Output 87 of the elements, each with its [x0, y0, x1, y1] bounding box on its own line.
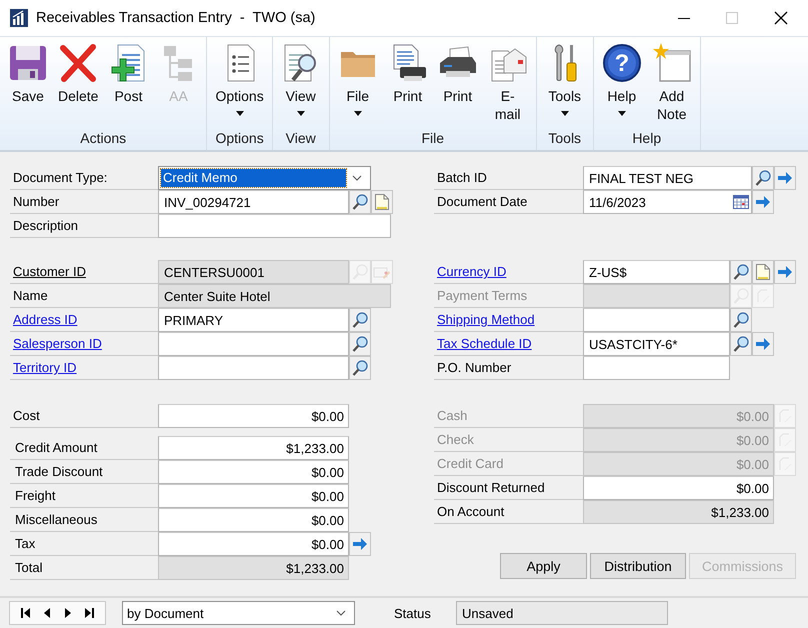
right-arrow-icon — [777, 265, 793, 279]
search-icon — [755, 170, 771, 186]
chevron-icon — [336, 610, 346, 616]
first-record-icon[interactable] — [20, 607, 32, 619]
lookup-button[interactable] — [349, 308, 371, 332]
document-type-dropdown[interactable]: Credit Memo — [158, 166, 371, 190]
input-field[interactable]: 11/6/2023 — [583, 190, 752, 214]
ribbon-button[interactable]: File — [334, 37, 382, 130]
right-arrow-icon — [755, 195, 771, 209]
ribbon-button[interactable]: Post — [104, 37, 152, 130]
input-field[interactable]: PRIMARY — [158, 308, 349, 332]
input-field[interactable] — [158, 356, 349, 380]
lookup-button[interactable] — [730, 260, 752, 284]
note-button[interactable] — [752, 260, 774, 284]
input-field[interactable]: $0.00 — [158, 404, 349, 428]
chevron-icon — [352, 175, 362, 181]
input-field[interactable]: CENTERSU0001 — [158, 260, 349, 284]
lookup-button[interactable] — [349, 356, 371, 380]
lookup-button[interactable] — [730, 308, 752, 332]
ribbon-button[interactable]: Add Note — [648, 37, 696, 130]
window-title: Receivables Transaction Entry - TWO (sa) — [36, 10, 316, 26]
group-label: View — [286, 130, 316, 148]
search-icon — [733, 312, 749, 328]
input-field[interactable]: $1,233.00 — [158, 556, 349, 580]
input-field[interactable] — [158, 214, 391, 238]
lookup-button[interactable] — [730, 332, 752, 356]
lookup-button[interactable] — [349, 332, 371, 356]
action-button[interactable]: Apply — [500, 553, 587, 579]
input-field[interactable]: $1,233.00 — [158, 436, 349, 460]
note-button[interactable] — [371, 190, 393, 214]
browse-dropdown[interactable]: by Document — [122, 601, 355, 625]
group-label: File — [421, 130, 444, 148]
ribbon-button[interactable]: Tools — [540, 37, 589, 130]
right-arrow-icon — [777, 171, 793, 185]
input-field[interactable]: INV_00294721 — [158, 190, 349, 214]
calendar-icon[interactable] — [733, 195, 749, 209]
status-label: Status — [394, 606, 432, 620]
arrow-button[interactable] — [774, 166, 796, 190]
input-field[interactable]: $0.00 — [158, 460, 349, 484]
note-icon — [375, 194, 389, 210]
right-arrow-icon — [755, 337, 771, 351]
ribbon-button[interactable]: E-mail — [484, 37, 532, 130]
arrow-button[interactable] — [349, 532, 371, 556]
input-field[interactable]: $0.00 — [583, 476, 774, 500]
note-icon — [756, 264, 770, 280]
right-arrow-icon — [352, 537, 368, 551]
close-icon[interactable] — [774, 11, 788, 25]
input-field[interactable] — [583, 356, 730, 380]
lookup-button[interactable] — [752, 166, 774, 190]
last-record-icon[interactable] — [83, 607, 95, 619]
group-label: Options — [215, 130, 264, 148]
sticky-note-icon — [652, 43, 692, 83]
search-icon — [352, 360, 368, 376]
group-label: Tools — [548, 130, 582, 148]
input-field[interactable]: Center Suite Hotel — [158, 284, 391, 308]
app-icon — [10, 9, 28, 27]
ribbon-button[interactable]: Print — [434, 37, 482, 130]
ribbon-button[interactable]: Options — [211, 37, 268, 130]
search-icon — [352, 194, 368, 210]
group-label: Help — [632, 130, 662, 148]
ribbon-button[interactable]: Print — [384, 37, 432, 130]
input-field[interactable]: $0.00 — [158, 484, 349, 508]
action-button[interactable]: Distribution — [590, 553, 686, 579]
help-icon: ? — [602, 43, 642, 83]
group-label: Actions — [80, 130, 126, 148]
arrow-button[interactable] — [752, 332, 774, 356]
ribbon-button[interactable]: Delete — [54, 37, 102, 130]
search-icon — [733, 336, 749, 352]
lookup-button[interactable] — [349, 190, 371, 214]
arrow-button[interactable] — [774, 260, 796, 284]
search-icon — [352, 336, 368, 352]
input-field[interactable]: Z-US$ — [583, 260, 730, 284]
input-field[interactable]: $1,233.00 — [583, 500, 774, 524]
input-field[interactable] — [158, 332, 349, 356]
input-field[interactable]: $0.00 — [158, 532, 349, 556]
status-field: Unsaved — [456, 601, 668, 625]
cross-icon — [58, 43, 98, 83]
ribbon-button[interactable]: Save — [4, 37, 52, 130]
arrow-button[interactable] — [752, 190, 774, 214]
search-icon — [733, 264, 749, 280]
input-field[interactable]: USASTCITY-6* — [583, 332, 730, 356]
input-field[interactable]: FINAL TEST NEG — [583, 166, 752, 190]
input-field[interactable] — [583, 308, 730, 332]
input-field[interactable]: $0.00 — [158, 508, 349, 532]
ribbon-button[interactable]: ? Help — [598, 37, 646, 130]
search-icon — [352, 312, 368, 328]
ribbon-button[interactable]: View — [276, 37, 325, 130]
